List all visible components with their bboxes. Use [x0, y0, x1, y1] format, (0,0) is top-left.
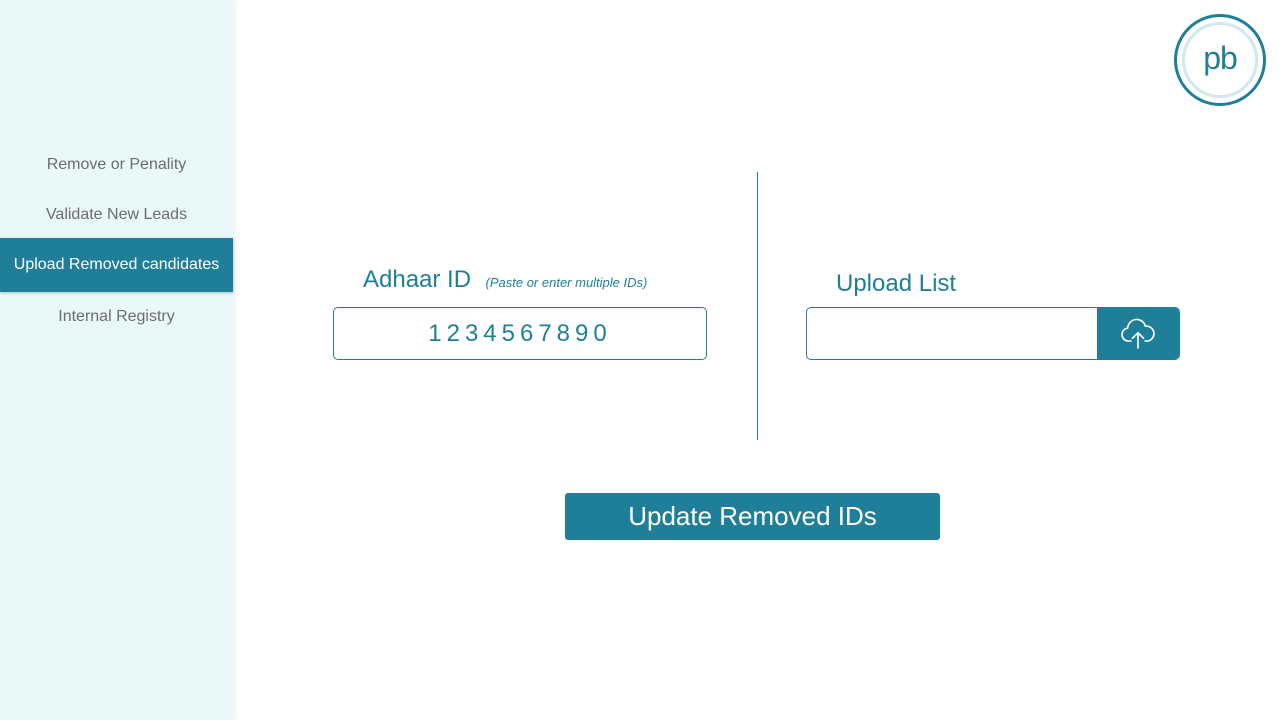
vertical-divider: [757, 172, 758, 440]
upload-list-label: Upload List: [836, 270, 957, 297]
logo-text: pb: [1203, 39, 1238, 76]
adhaar-hint: (Paste or enter multiple IDs): [485, 275, 648, 290]
logo: pb: [1174, 14, 1266, 106]
sidebar: Remove or Penality Validate New Leads Up…: [0, 0, 234, 720]
sidebar-item-remove-or-penality[interactable]: Remove or Penality: [0, 139, 233, 191]
cloud-upload-icon: [1121, 318, 1155, 349]
sidebar-item-internal-registry[interactable]: Internal Registry: [0, 291, 233, 343]
upload-list-field: [806, 307, 1180, 360]
sidebar-item-validate-new-leads[interactable]: Validate New Leads: [0, 189, 233, 241]
upload-button[interactable]: [1097, 308, 1179, 359]
logo-inner-ring: pb: [1182, 22, 1258, 98]
sidebar-item-upload-removed-candidates[interactable]: Upload Removed candidates: [0, 238, 233, 292]
upload-label-row: Upload List: [836, 270, 956, 298]
update-removed-ids-button[interactable]: Update Removed IDs: [565, 493, 940, 540]
adhaar-label-row: Adhaar ID (Paste or enter multiple IDs): [363, 266, 647, 294]
upload-file-display[interactable]: [807, 308, 1098, 359]
adhaar-label: Adhaar ID: [363, 266, 472, 293]
adhaar-id-input[interactable]: [333, 307, 707, 360]
